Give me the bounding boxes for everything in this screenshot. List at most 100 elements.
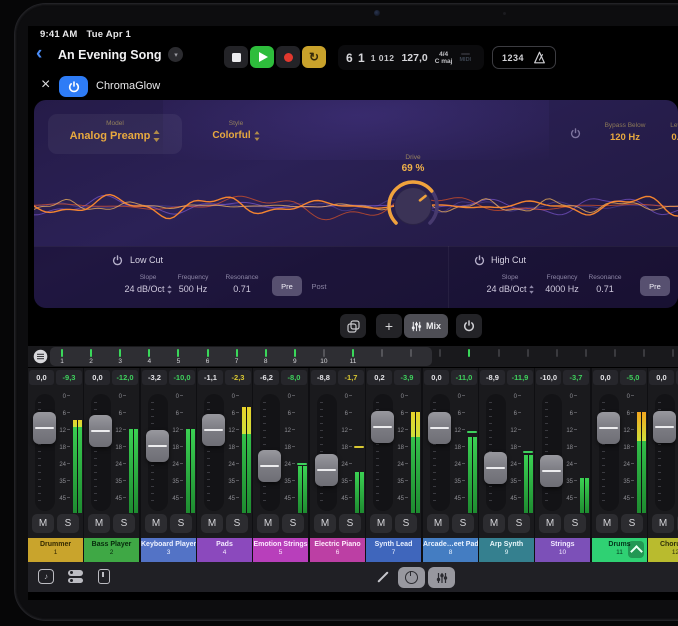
- track-name-tile[interactable]: Emotion Strings5: [253, 538, 308, 562]
- mixer-filter-icon[interactable]: [33, 349, 48, 364]
- fader-handle[interactable]: [371, 411, 394, 443]
- resonance-label: Resonance: [575, 274, 635, 281]
- solo-button[interactable]: S: [57, 514, 79, 533]
- solo-button[interactable]: S: [226, 514, 248, 533]
- volume-value[interactable]: 0,0: [649, 370, 674, 385]
- low-cut-resonance[interactable]: Resonance 0.71: [212, 274, 272, 294]
- post-button[interactable]: Post: [304, 276, 334, 296]
- volume-value[interactable]: -8,8: [311, 370, 336, 385]
- track-name-tile[interactable]: Keyboard Player3: [141, 538, 196, 562]
- mute-button[interactable]: M: [652, 514, 674, 533]
- fader-handle[interactable]: [653, 411, 676, 443]
- solo-button[interactable]: S: [508, 514, 530, 533]
- mute-button[interactable]: M: [427, 514, 449, 533]
- mute-button[interactable]: M: [596, 514, 618, 533]
- fader-handle[interactable]: [202, 414, 225, 446]
- track-name-tile[interactable]: Chorus V12: [648, 538, 678, 562]
- mute-button[interactable]: M: [145, 514, 167, 533]
- track-name-tile[interactable]: Electric Piano6: [310, 538, 365, 562]
- cycle-button[interactable]: ↻: [302, 46, 326, 68]
- fader-handle[interactable]: [315, 454, 338, 486]
- level-control[interactable]: Level 0.0: [650, 122, 678, 143]
- peak-level-value: -3,9: [394, 370, 420, 385]
- track-name-tile[interactable]: Drums11: [592, 538, 647, 562]
- mute-button[interactable]: M: [370, 514, 392, 533]
- volume-value[interactable]: -1,1: [198, 370, 223, 385]
- play-button[interactable]: [250, 46, 274, 68]
- solo-button[interactable]: S: [339, 514, 361, 533]
- fader-handle[interactable]: [428, 412, 451, 444]
- slope-value: 24 dB/Oct: [486, 284, 526, 294]
- fader-handle[interactable]: [33, 412, 56, 444]
- volume-value[interactable]: -3,2: [142, 370, 167, 385]
- volume-value[interactable]: 0,0: [424, 370, 449, 385]
- fader-handle[interactable]: [258, 450, 281, 482]
- mixer-power-button[interactable]: [456, 314, 482, 338]
- duplicate-button[interactable]: [340, 314, 366, 338]
- solo-button[interactable]: S: [564, 514, 586, 533]
- collapse-stack-button[interactable]: [628, 541, 644, 558]
- back-chevron-icon[interactable]: ‹: [36, 43, 42, 65]
- volume-value[interactable]: 0,0: [85, 370, 110, 385]
- mute-button[interactable]: M: [88, 514, 110, 533]
- style-selector[interactable]: Style Colorful: [194, 114, 278, 154]
- faders-toggle-button[interactable]: [428, 567, 455, 588]
- solo-button[interactable]: S: [113, 514, 135, 533]
- mix-button[interactable]: Mix: [404, 314, 448, 338]
- mute-button[interactable]: M: [32, 514, 54, 533]
- track-name-tile[interactable]: Arp Synth9: [479, 538, 534, 562]
- solo-button[interactable]: S: [170, 514, 192, 533]
- plugin-power-button[interactable]: [59, 76, 88, 97]
- volume-value[interactable]: -10,0: [536, 370, 561, 385]
- volume-value[interactable]: 0,0: [29, 370, 54, 385]
- mute-button[interactable]: M: [483, 514, 505, 533]
- song-title-menu[interactable]: An Evening Song ▾: [58, 47, 183, 62]
- track-name-tile[interactable]: Strings10: [535, 538, 590, 562]
- model-selector[interactable]: Model Analog Preamp: [48, 114, 182, 154]
- lcd-display[interactable]: 6 1 1 012 127,0 4/4 C maj MIDI: [338, 45, 484, 70]
- solo-button[interactable]: S: [282, 514, 304, 533]
- drive-knob[interactable]: [385, 178, 441, 234]
- solo-button[interactable]: S: [621, 514, 643, 533]
- record-button[interactable]: [276, 46, 300, 68]
- plugin-strip-icon[interactable]: [98, 569, 110, 584]
- fader-handle[interactable]: [146, 430, 169, 462]
- close-icon[interactable]: ×: [41, 77, 50, 93]
- pre-button[interactable]: Pre: [272, 276, 302, 296]
- fader-handle[interactable]: [89, 415, 112, 447]
- volume-value[interactable]: -8,9: [480, 370, 505, 385]
- post-button[interactable]: Post: [672, 276, 678, 296]
- mute-button[interactable]: M: [314, 514, 336, 533]
- fader-scale-label: 18: [670, 445, 678, 451]
- loop-browser-icon[interactable]: ♪: [38, 569, 54, 584]
- volume-value[interactable]: -6,2: [254, 370, 279, 385]
- track-name-tile[interactable]: Bass Player2: [84, 538, 139, 562]
- low-cut-power-icon[interactable]: [112, 253, 123, 271]
- fader-handle[interactable]: [540, 455, 563, 487]
- track-name-tile[interactable]: Pads4: [197, 538, 252, 562]
- browser-icon[interactable]: [68, 570, 83, 585]
- track-name-tile[interactable]: Arcade…eet Pad8: [423, 538, 478, 562]
- volume-value[interactable]: 0,2: [367, 370, 392, 385]
- high-cut-resonance[interactable]: Resonance 0.71: [575, 274, 635, 294]
- count-in-button[interactable]: 1234: [502, 53, 524, 63]
- solo-button[interactable]: S: [395, 514, 417, 533]
- fader-handle[interactable]: [597, 412, 620, 444]
- metronome-icon[interactable]: [533, 51, 546, 64]
- mute-button[interactable]: M: [539, 514, 561, 533]
- add-button[interactable]: +: [376, 314, 402, 338]
- mute-button[interactable]: M: [201, 514, 223, 533]
- fader-handle[interactable]: [484, 452, 507, 484]
- volume-value[interactable]: 0,0: [593, 370, 618, 385]
- stop-button[interactable]: [224, 46, 248, 68]
- high-cut-slope[interactable]: Slope 24 dB/Oct: [480, 274, 540, 294]
- pre-button[interactable]: Pre: [640, 276, 670, 296]
- high-cut-power-icon[interactable]: [474, 253, 485, 271]
- edit-pencil-icon[interactable]: [377, 571, 388, 582]
- mute-button[interactable]: M: [257, 514, 279, 533]
- controls-toggle-button[interactable]: [398, 567, 425, 588]
- track-name-tile[interactable]: Synth Lead7: [366, 538, 421, 562]
- solo-button[interactable]: S: [452, 514, 474, 533]
- bypass-power-icon[interactable]: [570, 126, 581, 144]
- track-name-tile[interactable]: Drummer1: [28, 538, 83, 562]
